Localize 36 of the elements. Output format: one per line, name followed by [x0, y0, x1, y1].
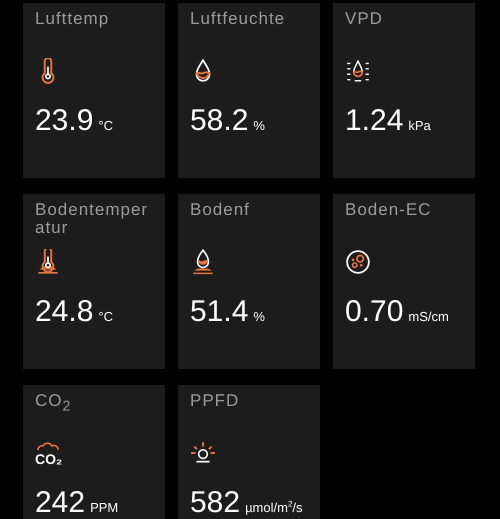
sensor-value: 24.8 [35, 297, 94, 327]
unit-label: °C [98, 310, 113, 324]
sensor-title: Lufttemp [35, 10, 110, 30]
sensor-value: 23.9 [35, 106, 94, 136]
unit-label: PPM [90, 501, 118, 515]
unit-label: kPa [408, 119, 431, 133]
unit-label: µmol/m$^{2}$/s [245, 501, 303, 515]
sensor-title: Luftfeuchte [190, 10, 286, 30]
sensor-value: 51.4 [190, 297, 248, 327]
sensor-title: VPD [345, 10, 384, 30]
sensor-card[interactable]: Bodenf 51.4 % [178, 194, 320, 369]
sensor-title: Boden-EC [345, 201, 432, 221]
sensor-card[interactable]: Lufttemp 23.9 °C [23, 3, 165, 178]
sensor-card[interactable]: Bodentemperatur 24.8 °C [23, 194, 165, 369]
petri-dish-icon [345, 249, 371, 275]
sensor-title: CO$_{2}$ [35, 392, 72, 416]
sensor-card[interactable]: CO$_{2}$ CO₂ 242 PPM [23, 385, 165, 519]
sensor-title: PPFD [190, 392, 240, 412]
unit-label: % [253, 310, 265, 324]
icon-label: CO₂ [35, 452, 62, 466]
sensor-title: Bodentemperatur [35, 201, 150, 239]
sensor-title: Bodenf [190, 201, 251, 221]
sensor-card[interactable]: VPD 1.24 kPa [333, 3, 475, 178]
sensor-card[interactable]: PPFD 582 µmol/m$^{2}$/s [178, 385, 320, 519]
sensor-value: 0.70 [345, 297, 404, 327]
sensor-card[interactable]: Boden-EC 0.70 mS/cm [333, 194, 475, 369]
sensor-card[interactable]: Luftfeuchte 58.2 % [178, 3, 320, 178]
sensor-value: 58.2 [190, 106, 248, 136]
cloud-icon [35, 440, 61, 452]
sensor-value: 582 [190, 488, 240, 518]
unit-label: °C [98, 119, 113, 133]
unit-label: % [253, 119, 265, 133]
sensor-value: 1.24 [345, 106, 404, 136]
humidity-icon [345, 58, 371, 84]
unit-label: mS/cm [408, 310, 449, 324]
sensor-value: 242 [35, 488, 86, 518]
